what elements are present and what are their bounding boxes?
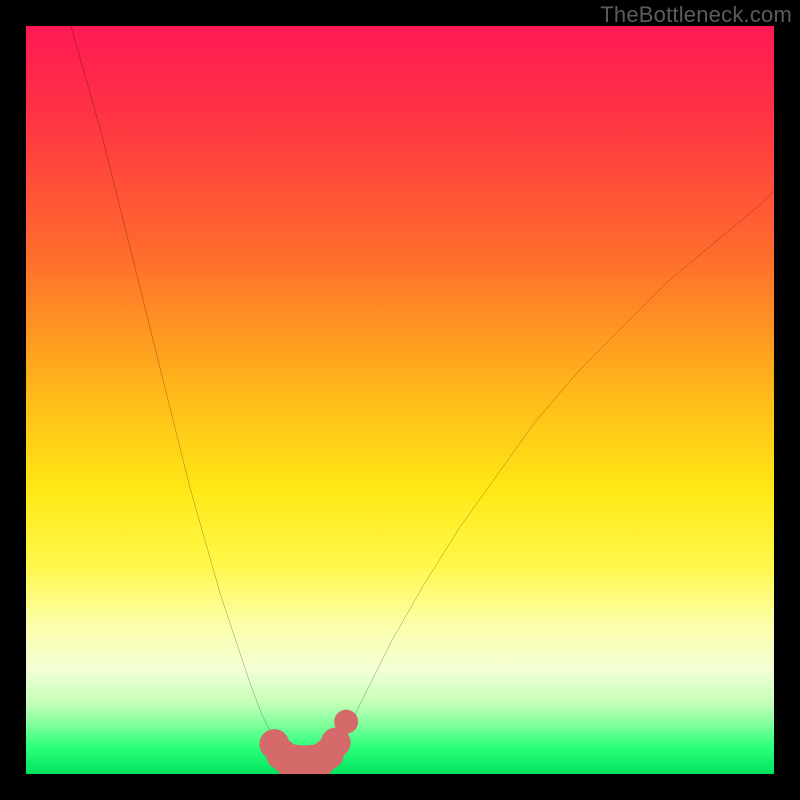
chart-frame: TheBottleneck.com <box>0 0 800 800</box>
chart-background <box>26 26 774 774</box>
valley-marker <box>334 710 358 734</box>
bottleneck-chart <box>26 26 774 774</box>
watermark-label: TheBottleneck.com <box>600 2 792 28</box>
